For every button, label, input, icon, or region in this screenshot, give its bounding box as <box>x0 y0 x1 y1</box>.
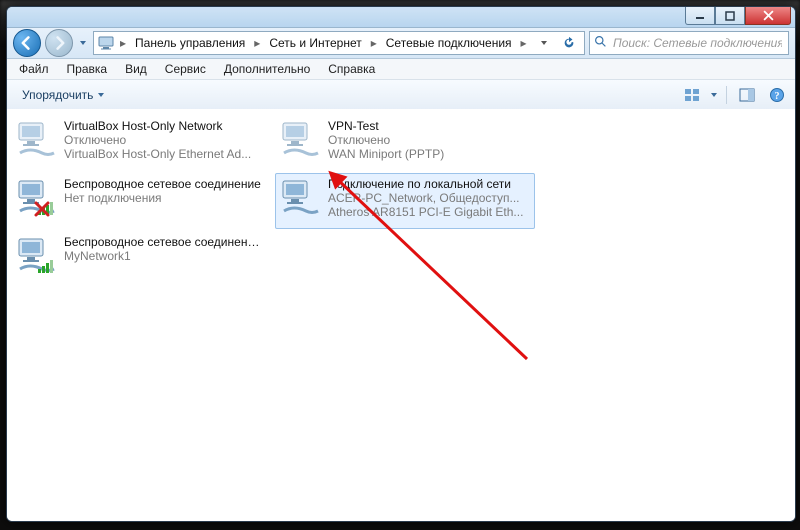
network-adapter-icon <box>16 235 58 277</box>
menu-extra[interactable]: Дополнительно <box>216 60 318 78</box>
command-bar: Упорядочить ? <box>7 80 795 111</box>
organize-label: Упорядочить <box>22 88 93 102</box>
connection-title: VPN-Test <box>328 119 530 133</box>
menu-help[interactable]: Справка <box>320 60 383 78</box>
chevron-right-icon[interactable]: ▸ <box>519 36 529 50</box>
breadcrumb-control-panel[interactable]: Панель управления <box>132 35 248 51</box>
connection-text: VirtualBox Host-Only NetworkОтключеноVir… <box>64 119 266 161</box>
back-button[interactable] <box>13 29 41 57</box>
network-adapter-icon <box>16 177 58 219</box>
svg-text:?: ? <box>775 91 780 102</box>
connection-text: Беспроводное сетевое соединение 2MyNetwo… <box>64 235 266 263</box>
maximize-button[interactable] <box>715 7 745 25</box>
content-area[interactable]: VirtualBox Host-Only NetworkОтключеноVir… <box>7 109 795 521</box>
connection-text: VPN-TestОтключеноWAN Miniport (PPTP) <box>328 119 530 161</box>
chevron-right-icon[interactable]: ▸ <box>252 36 262 50</box>
menu-view[interactable]: Вид <box>117 60 155 78</box>
search-input[interactable] <box>611 35 784 51</box>
connection-device: VirtualBox Host-Only Ethernet Ad... <box>64 147 266 161</box>
connection-title: Беспроводное сетевое соединение 2 <box>64 235 266 249</box>
help-button[interactable]: ? <box>765 83 789 107</box>
connection-device: Atheros AR8151 PCI-E Gigabit Eth... <box>328 205 530 219</box>
connection-item[interactable]: VirtualBox Host-Only NetworkОтключеноVir… <box>11 115 271 171</box>
explorer-window: ▸ Панель управления ▸ Сеть и Интернет ▸ … <box>6 6 796 522</box>
minimize-button[interactable] <box>685 7 715 25</box>
network-adapter-icon <box>280 119 322 161</box>
menu-bar: Файл Правка Вид Сервис Дополнительно Спр… <box>7 59 795 80</box>
close-button[interactable] <box>745 7 791 25</box>
connections-list: VirtualBox Host-Only NetworkОтключеноVir… <box>7 109 795 293</box>
organize-button[interactable]: Упорядочить <box>13 84 114 106</box>
connection-status: Нет подключения <box>64 191 266 205</box>
search-box[interactable] <box>589 31 789 55</box>
connection-title: VirtualBox Host-Only Network <box>64 119 266 133</box>
chevron-right-icon[interactable]: ▸ <box>118 36 128 50</box>
history-dropdown[interactable] <box>77 33 89 53</box>
address-dropdown[interactable] <box>537 36 553 50</box>
connection-item[interactable]: Подключение по локальной сетиACER-PC_Net… <box>275 173 535 229</box>
view-mode-button[interactable] <box>680 83 704 107</box>
breadcrumb-network-connections[interactable]: Сетевые подключения <box>383 35 515 51</box>
connection-status: ACER-PC_Network, Общедоступ... <box>328 191 530 205</box>
menu-file[interactable]: Файл <box>11 60 57 78</box>
preview-pane-button[interactable] <box>735 83 759 107</box>
connection-item[interactable]: Беспроводное сетевое соединениеНет подкл… <box>11 173 271 229</box>
refresh-button[interactable] <box>558 32 580 54</box>
network-adapter-icon <box>16 119 58 161</box>
connection-status: Отключено <box>64 133 266 147</box>
connection-title: Подключение по локальной сети <box>328 177 530 191</box>
connection-item[interactable]: Беспроводное сетевое соединение 2MyNetwo… <box>11 231 271 287</box>
connection-title: Беспроводное сетевое соединение <box>64 177 266 191</box>
connection-item[interactable]: VPN-TestОтключеноWAN Miniport (PPTP) <box>275 115 535 171</box>
window-titlebar[interactable] <box>7 7 795 28</box>
network-adapter-icon <box>280 177 322 219</box>
menu-edit[interactable]: Правка <box>59 60 116 78</box>
breadcrumb-network-internet[interactable]: Сеть и Интернет <box>266 35 364 51</box>
forward-button[interactable] <box>45 29 73 57</box>
navigation-bar: ▸ Панель управления ▸ Сеть и Интернет ▸ … <box>7 28 795 59</box>
connection-text: Подключение по локальной сетиACER-PC_Net… <box>328 177 530 219</box>
chevron-down-icon <box>97 91 105 99</box>
separator <box>726 86 727 104</box>
menu-tools[interactable]: Сервис <box>157 60 214 78</box>
connection-device: WAN Miniport (PPTP) <box>328 147 530 161</box>
connection-text: Беспроводное сетевое соединениеНет подкл… <box>64 177 266 205</box>
chevron-right-icon[interactable]: ▸ <box>369 36 379 50</box>
address-bar[interactable]: ▸ Панель управления ▸ Сеть и Интернет ▸ … <box>93 31 585 55</box>
connection-status: MyNetwork1 <box>64 249 266 263</box>
connection-status: Отключено <box>328 133 530 147</box>
caption-buttons <box>685 7 791 25</box>
search-icon <box>594 35 607 51</box>
chevron-down-icon[interactable] <box>710 91 718 99</box>
monitor-icon <box>98 35 114 51</box>
